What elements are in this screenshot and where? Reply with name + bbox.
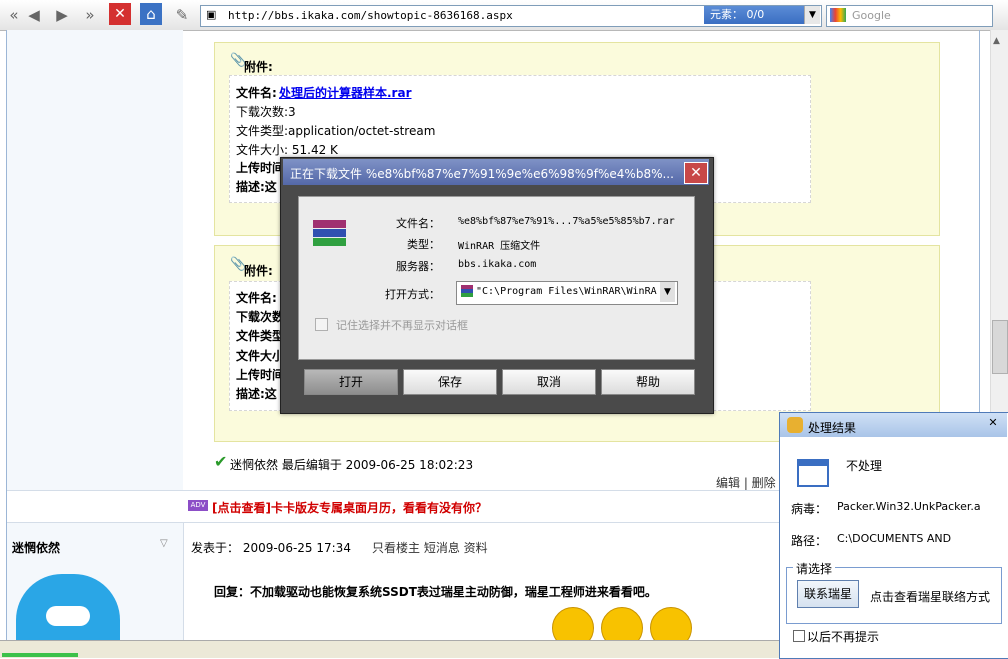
dialog-close-button[interactable]: ✕ [684, 162, 708, 184]
attachment-description: 描述:这 [236, 387, 277, 401]
cancel-button[interactable]: 取消 [502, 369, 596, 395]
chevron-down-icon[interactable]: ▼ [660, 282, 675, 302]
address-dropdown-icon[interactable]: ▼ [804, 6, 820, 24]
dialog-filename: %e8%bf%87%e7%91%...7%a5%e5%85%b7.rar [458, 216, 675, 227]
post-sidebar [7, 30, 183, 490]
progress-bar [2, 653, 78, 657]
stop-icon[interactable]: ✕ [109, 3, 131, 25]
google-icon [830, 8, 846, 22]
contact-rising-button[interactable]: 联系瑞星 [797, 580, 859, 608]
edit-links[interactable]: 编辑 | 删除 | [716, 474, 784, 491]
popup-virus-label: 病毒： [791, 502, 828, 516]
attachment-filetype: 文件类型:application/octet-stream [236, 124, 436, 138]
checkmark-icon: ✔ [214, 452, 228, 471]
ad-link[interactable]: [点击查看]卡卡版友专属桌面月历，看看有没有你？ [212, 499, 487, 516]
dont-show-label: 以后不再提示 [807, 630, 880, 644]
filename-label: 文件名: [236, 86, 277, 100]
attachment-description: 描述:这 [236, 180, 277, 194]
dont-show-checkbox[interactable] [793, 630, 805, 642]
attachment-header: 附件: [244, 264, 273, 278]
attachment-upload-time: 上传时间 [236, 368, 285, 382]
address-url[interactable]: http://bbs.ikaka.com/showtopic-8636168.a… [228, 9, 513, 22]
divider [183, 523, 184, 640]
avatar [16, 568, 120, 640]
address-status: 元素： 0/0 [704, 6, 804, 24]
attachment-header: 附件: [244, 60, 273, 74]
post2-reply: 回复：不加载驱动也能恢复系统SSDT表过瑞星主动防御，瑞星工程师进来看看吧。 [214, 585, 657, 599]
edit-icon[interactable]: ✎ [170, 3, 194, 27]
post2-author[interactable]: 迷惘依然 [12, 539, 60, 556]
popup-virus: Packer.Win32.UnkPacker.a [837, 500, 981, 513]
edit-note: 迷惘依然 最后编辑于 2009-06-25 18:02:23 [230, 458, 474, 472]
attachment-filesize: 文件大小 [236, 349, 285, 363]
home-icon[interactable]: ⌂ [140, 3, 162, 25]
attachment-filename-link[interactable]: 处理后的计算器样本.rar [279, 84, 412, 101]
contact-info-link[interactable]: 点击查看瑞星联络方式 [870, 588, 990, 605]
dialog-server: bbs.ikaka.com [458, 259, 537, 270]
ad-badge: ADV [188, 500, 208, 511]
remember-label: 记住选择并不再显示对话框 [336, 319, 468, 332]
scroll-up-icon[interactable]: ▲ [993, 36, 1000, 46]
attachment-downloads: 下载次数 [236, 310, 285, 324]
popup-path: C:\DOCUMENTS AND [837, 532, 952, 545]
attachment-downloads: 下载次数:3 [236, 105, 296, 119]
winrar-icon [461, 285, 473, 297]
rising-lion-icon [787, 417, 803, 433]
attachment-filesize: 文件大小: 51.42 K [236, 143, 338, 157]
window-icon [797, 459, 829, 487]
popup-action: 不处理 [846, 459, 883, 473]
popup-group-label: 请选择 [793, 560, 836, 577]
dialog-openwith-label: 打开方式： [385, 288, 440, 301]
openwith-value[interactable]: "C:\Program Files\WinRAR\WinRA [476, 286, 657, 297]
post2-links[interactable]: 只看楼主 短消息 资料 [372, 539, 488, 556]
open-button[interactable]: 打开 [304, 369, 398, 395]
chevron-down-icon[interactable]: ▽ [160, 538, 168, 549]
post2-date: 发表于： 2009-06-25 17:34 [191, 541, 351, 555]
forward-icon[interactable]: ▶ [50, 3, 74, 27]
dialog-title: 正在下载文件 %e8%bf%87%e7%91%9e%e6%98%9f%e4%b8… [290, 167, 674, 181]
page-icon: ▣ [206, 8, 217, 21]
dialog-server-label: 服务器： [396, 260, 440, 273]
forward-double-icon[interactable]: » [78, 3, 102, 27]
popup-path-label: 路径： [791, 534, 828, 548]
help-button[interactable]: 帮助 [601, 369, 695, 395]
save-button[interactable]: 保存 [403, 369, 497, 395]
dialog-type-label: 类型： [407, 238, 440, 251]
popup-title: 处理结果 [808, 421, 857, 435]
scrollbar-thumb[interactable] [992, 320, 1008, 374]
attachment-upload-time: 上传时间 [236, 161, 285, 175]
remember-checkbox[interactable] [315, 318, 328, 331]
dialog-type: WinRAR 压缩文件 [458, 241, 541, 252]
google-search-placeholder: Google [852, 9, 891, 22]
back-icon[interactable]: ◀ [22, 3, 46, 27]
winrar-icon [313, 220, 346, 246]
filename-label: 文件名: [236, 291, 277, 305]
dialog-filename-label: 文件名： [396, 217, 440, 230]
popup-close-button[interactable]: ✕ [984, 415, 1002, 431]
attachment-filetype: 文件类型 [236, 329, 285, 343]
